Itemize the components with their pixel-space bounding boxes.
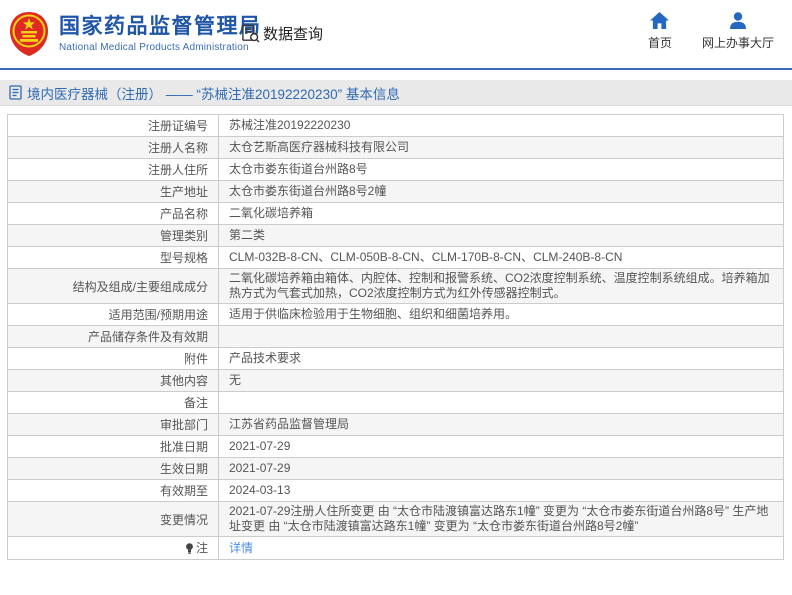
table-row: 变更情况 2021-07-29注册人住所变更 由 “太仓市陆渡镇富达路东1幢” 变…	[7, 501, 784, 537]
row-value: 2021-07-29	[218, 457, 784, 480]
table-row: 型号规格 CLM-032B-8-CN、CLM-050B-8-CN、CLM-170B…	[7, 246, 784, 269]
page-title: 境内医疗器械（注册） —— “苏械注准20192220230” 基本信息	[27, 86, 400, 102]
row-value: 2024-03-13	[218, 479, 784, 502]
row-value: 产品技术要求	[218, 347, 784, 370]
registration-info-table: 注册证编号 苏械注准20192220230 注册人名称 太仓艺斯高医疗器械科技有限公司…	[7, 114, 784, 560]
row-label: 型号规格	[7, 246, 219, 269]
row-value: 苏械注准20192220230	[218, 114, 784, 137]
row-label: 生效日期	[7, 457, 219, 480]
row-label: 变更情况	[7, 501, 219, 537]
site-title: 国家药品监督管理局	[59, 15, 262, 38]
row-label: 管理类别	[7, 224, 219, 247]
table-row: 注详情	[7, 536, 784, 560]
row-value: 2021-07-29注册人住所变更 由 “太仓市陆渡镇富达路东1幢” 变更为 “…	[218, 501, 784, 537]
table-row: 审批部门 江苏省药品监督管理局	[7, 413, 784, 436]
table-row: 有效期至 2024-03-13	[7, 479, 784, 502]
row-label: 适用范围/预期用途	[7, 303, 219, 326]
table-row: 管理类别 第二类	[7, 224, 784, 247]
document-icon	[9, 85, 22, 100]
table-row: 批准日期 2021-07-29	[7, 435, 784, 458]
document-search-icon	[242, 24, 260, 43]
row-value: CLM-032B-8-CN、CLM-050B-8-CN、CLM-170B-8-C…	[218, 246, 784, 269]
data-query-button[interactable]: 数据查询	[241, 23, 323, 44]
table-row: 生产地址 太仓市娄东街道台州路8号2幢	[7, 180, 784, 203]
table-row: 生效日期 2021-07-29	[7, 457, 784, 480]
table-row: 注册人住所 太仓市娄东街道台州路8号	[7, 158, 784, 181]
bulb-icon	[185, 543, 194, 557]
row-label: 产品储存条件及有效期	[7, 325, 219, 348]
nav-service-hall[interactable]: 网上办事大厅	[702, 12, 774, 51]
site-logo: 国家药品监督管理局 National Medical Products Admi…	[8, 11, 262, 57]
row-value: 二氧化碳培养箱由箱体、内腔体、控制和报警系统、CO2浓度控制系统、温度控制系统组…	[218, 268, 784, 304]
nav-home-label: 首页	[647, 36, 672, 50]
row-value: 太仓市娄东街道台州路8号	[218, 158, 784, 181]
info-table-body: 注册证编号 苏械注准20192220230 注册人名称 太仓艺斯高医疗器械科技有限公司…	[7, 114, 784, 560]
nav-home[interactable]: 首页	[648, 12, 672, 51]
table-row: 注册人名称 太仓艺斯高医疗器械科技有限公司	[7, 136, 784, 159]
table-row: 备注	[7, 391, 784, 414]
site-subtitle: National Medical Products Administration	[59, 42, 249, 53]
row-value: 无	[218, 369, 784, 392]
table-row: 注册证编号 苏械注准20192220230	[7, 114, 784, 137]
row-value: 江苏省药品监督管理局	[218, 413, 784, 436]
table-row: 产品名称 二氧化碳培养箱	[7, 202, 784, 225]
row-label: 其他内容	[7, 369, 219, 392]
home-icon	[650, 12, 670, 29]
page-title-bar: 境内医疗器械（注册） —— “苏械注准20192220230” 基本信息	[0, 80, 792, 106]
row-label: 注册人住所	[7, 158, 219, 181]
row-value	[218, 325, 784, 348]
row-label: 注册人名称	[7, 136, 219, 159]
site-header: 国家药品监督管理局 National Medical Products Admi…	[0, 0, 792, 70]
row-label: 审批部门	[7, 413, 219, 436]
table-row: 附件 产品技术要求	[7, 347, 784, 370]
row-label: 备注	[7, 391, 219, 414]
row-value: 2021-07-29	[218, 435, 784, 458]
row-label: 附件	[7, 347, 219, 370]
national-emblem-icon	[10, 12, 48, 56]
row-label: 注	[7, 536, 219, 560]
row-label: 生产地址	[7, 180, 219, 203]
row-label: 有效期至	[7, 479, 219, 502]
data-query-label: 数据查询	[263, 26, 324, 43]
table-row: 产品储存条件及有效期	[7, 325, 784, 348]
detail-link[interactable]: 详情	[229, 541, 253, 555]
nav-hall-label: 网上办事大厅	[701, 36, 774, 50]
row-value: 太仓艺斯高医疗器械科技有限公司	[218, 136, 784, 159]
row-label: 结构及组成/主要组成成分	[7, 268, 219, 304]
row-value: 太仓市娄东街道台州路8号2幢	[218, 180, 784, 203]
row-value: 适用于供临床检验用于生物细胞、组织和细菌培养用。	[218, 303, 784, 326]
row-label: 批准日期	[7, 435, 219, 458]
row-value: 第二类	[218, 224, 784, 247]
row-value: 二氧化碳培养箱	[218, 202, 784, 225]
person-icon	[729, 12, 746, 29]
row-label: 注册证编号	[7, 114, 219, 137]
top-nav: 首页 网上办事大厅	[648, 12, 774, 51]
table-row: 其他内容无	[7, 369, 784, 392]
row-label: 产品名称	[7, 202, 219, 225]
row-value: 详情	[218, 536, 784, 560]
table-row: 结构及组成/主要组成成分 二氧化碳培养箱由箱体、内腔体、控制和报警系统、CO2浓度…	[7, 268, 784, 304]
table-row: 适用范围/预期用途 适用于供临床检验用于生物细胞、组织和细菌培养用。	[7, 303, 784, 326]
row-value	[218, 391, 784, 414]
